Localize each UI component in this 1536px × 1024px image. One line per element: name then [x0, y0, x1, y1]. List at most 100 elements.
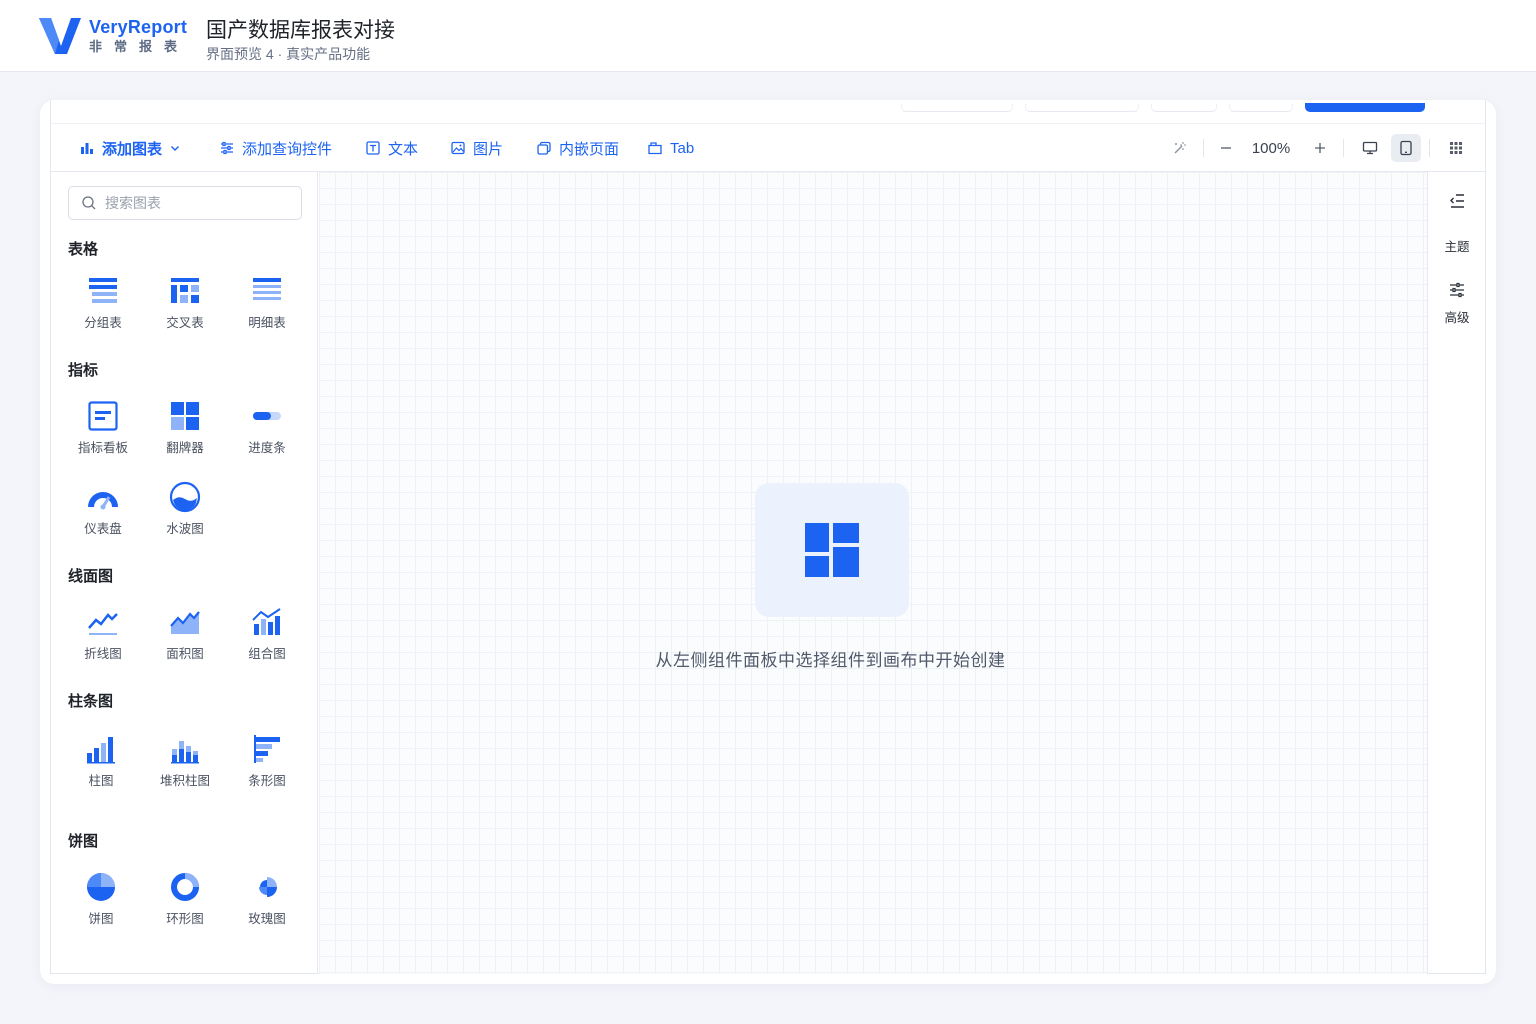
kpi-board-icon — [88, 401, 118, 431]
section-title-bar: 柱条图 — [68, 693, 114, 710]
theme-button[interactable]: 主题 — [1428, 236, 1486, 255]
progress-bar-icon — [253, 412, 281, 420]
page-title: 国产数据库报表对接 — [206, 19, 395, 42]
tablet-view-button[interactable] — [1391, 134, 1421, 162]
bar-chart-icon — [81, 143, 93, 154]
rose-chart-icon — [259, 877, 277, 897]
group-table-icon — [89, 278, 117, 303]
area-chart-icon — [170, 611, 200, 634]
collapse-panel-button[interactable] — [1428, 192, 1486, 210]
text-label: 文本 — [388, 140, 419, 158]
preview-card: 添加图表 添加查询控件 文本 图片 内嵌页面 Tab 100% 搜索图表 表格 … — [40, 100, 1496, 984]
chevron-down-icon — [171, 146, 180, 151]
image-button[interactable]: 图片 — [450, 124, 503, 172]
search-icon — [82, 196, 96, 210]
combo-chart-icon — [252, 608, 281, 635]
toolbar-divider — [1203, 139, 1204, 157]
widget-label: 翻牌器 — [166, 441, 204, 455]
grid-menu-button[interactable] — [1441, 134, 1471, 162]
desktop-view-button[interactable] — [1355, 134, 1385, 162]
widget-flip-card[interactable]: 翻牌器 — [145, 400, 225, 456]
toolbar-divider — [1343, 139, 1344, 157]
zoom-in-button[interactable] — [1305, 134, 1335, 162]
widget-label: 明细表 — [248, 316, 286, 330]
title-block: 国产数据库报表对接 界面预览 4 · 真实产品功能 — [206, 17, 395, 63]
text-button[interactable]: 文本 — [365, 124, 418, 172]
widget-hbar-chart[interactable]: 条形图 — [227, 733, 307, 789]
advanced-label: 高级 — [1444, 311, 1470, 325]
widget-label: 面积图 — [166, 647, 204, 661]
gauge-icon — [88, 492, 118, 510]
component-panel: 表格 分组表 交叉表 明细表 指标 指标看板 翻牌器 — [51, 172, 318, 974]
desktop-monitor-icon — [1362, 141, 1378, 155]
text-box-icon — [366, 141, 380, 155]
add-chart-button[interactable]: 添加图表 — [79, 124, 181, 172]
line-chart-icon — [88, 613, 118, 635]
flip-card-icon — [171, 402, 199, 430]
cropped-header-strip — [51, 100, 1485, 124]
widget-gauge[interactable]: 仪表盘 — [63, 481, 143, 537]
widget-detail-table[interactable]: 明细表 — [227, 275, 307, 331]
widget-donut-chart[interactable]: 环形图 — [145, 871, 225, 927]
add-query-control-button[interactable]: 添加查询控件 — [219, 124, 332, 172]
indent-icon — [1450, 194, 1464, 208]
widget-pie-chart[interactable]: 饼图 — [61, 871, 141, 927]
widget-label: 仪表盘 — [84, 522, 122, 536]
widget-label: 折线图 — [84, 647, 122, 661]
widget-area-chart[interactable]: 面积图 — [145, 606, 225, 662]
brand-subtitle: 非常报表 — [89, 39, 190, 54]
widget-label: 堆积柱图 — [159, 774, 210, 788]
bar-chart-icon — [87, 737, 115, 764]
widget-rose-chart[interactable]: 玫瑰图 — [227, 871, 307, 927]
chart-search[interactable] — [68, 186, 302, 220]
widget-kpi-board[interactable]: 指标看板 — [63, 400, 143, 456]
dashboard-layout-icon — [805, 523, 859, 577]
magic-wand-icon — [1174, 142, 1186, 154]
widget-bar-chart[interactable]: 柱图 — [61, 733, 141, 789]
magic-wand-button[interactable] — [1165, 134, 1195, 162]
design-canvas[interactable]: 从左侧组件面板中选择组件到画布中开始创建 — [319, 172, 1427, 974]
widget-cross-table[interactable]: 交叉表 — [145, 275, 225, 331]
widget-label: 饼图 — [88, 912, 114, 926]
embed-page-button[interactable]: 内嵌页面 — [536, 124, 619, 172]
widget-line-chart[interactable]: 折线图 — [63, 606, 143, 662]
cropped-button[interactable] — [901, 104, 1013, 112]
theme-label: 主题 — [1444, 240, 1470, 254]
widget-stacked-bar[interactable]: 堆积柱图 — [145, 733, 225, 789]
property-rail: 主题 高级 — [1427, 172, 1485, 974]
advanced-button[interactable]: 高级 — [1428, 281, 1486, 326]
liquid-wave-icon — [169, 481, 201, 513]
widget-label: 水波图 — [166, 522, 204, 536]
cropped-button[interactable] — [1229, 104, 1293, 112]
widget-liquid[interactable]: 水波图 — [145, 481, 225, 537]
widget-combo-chart[interactable]: 组合图 — [227, 606, 307, 662]
designer-window: 添加图表 添加查询控件 文本 图片 内嵌页面 Tab 100% 搜索图表 表格 … — [50, 100, 1486, 974]
search-input[interactable] — [105, 195, 285, 211]
image-label: 图片 — [473, 140, 504, 158]
widget-label: 条形图 — [248, 774, 286, 788]
tab-button[interactable]: Tab — [647, 124, 694, 172]
cropped-primary-button[interactable] — [1305, 103, 1425, 112]
widget-label: 交叉表 — [166, 316, 204, 330]
section-title-indicator: 指标 — [68, 362, 99, 379]
embed-frame-icon — [537, 141, 551, 155]
add-chart-label: 添加图表 — [102, 140, 163, 158]
tablet-icon — [1400, 140, 1412, 156]
cross-table-icon — [171, 278, 199, 303]
plus-icon — [1315, 143, 1325, 153]
widget-label: 进度条 — [248, 441, 286, 455]
grid-dots-icon — [1450, 142, 1462, 154]
cropped-button[interactable] — [1151, 104, 1217, 112]
app-header: VeryReport 非常报表 国产数据库报表对接 界面预览 4 · 真实产品功… — [0, 0, 1536, 72]
widget-progress-bar[interactable]: 进度条 — [227, 400, 307, 456]
stacked-bar-icon — [171, 741, 199, 764]
widget-group-table[interactable]: 分组表 — [63, 275, 143, 331]
embed-page-label: 内嵌页面 — [559, 140, 620, 158]
minus-icon — [1221, 147, 1231, 149]
zoom-out-button[interactable] — [1211, 134, 1241, 162]
settings-sliders-icon — [1450, 282, 1464, 298]
zoom-level: 100% — [1251, 139, 1291, 157]
veryreport-logo — [39, 18, 81, 54]
tab-icon — [648, 142, 662, 155]
cropped-button[interactable] — [1025, 104, 1139, 112]
